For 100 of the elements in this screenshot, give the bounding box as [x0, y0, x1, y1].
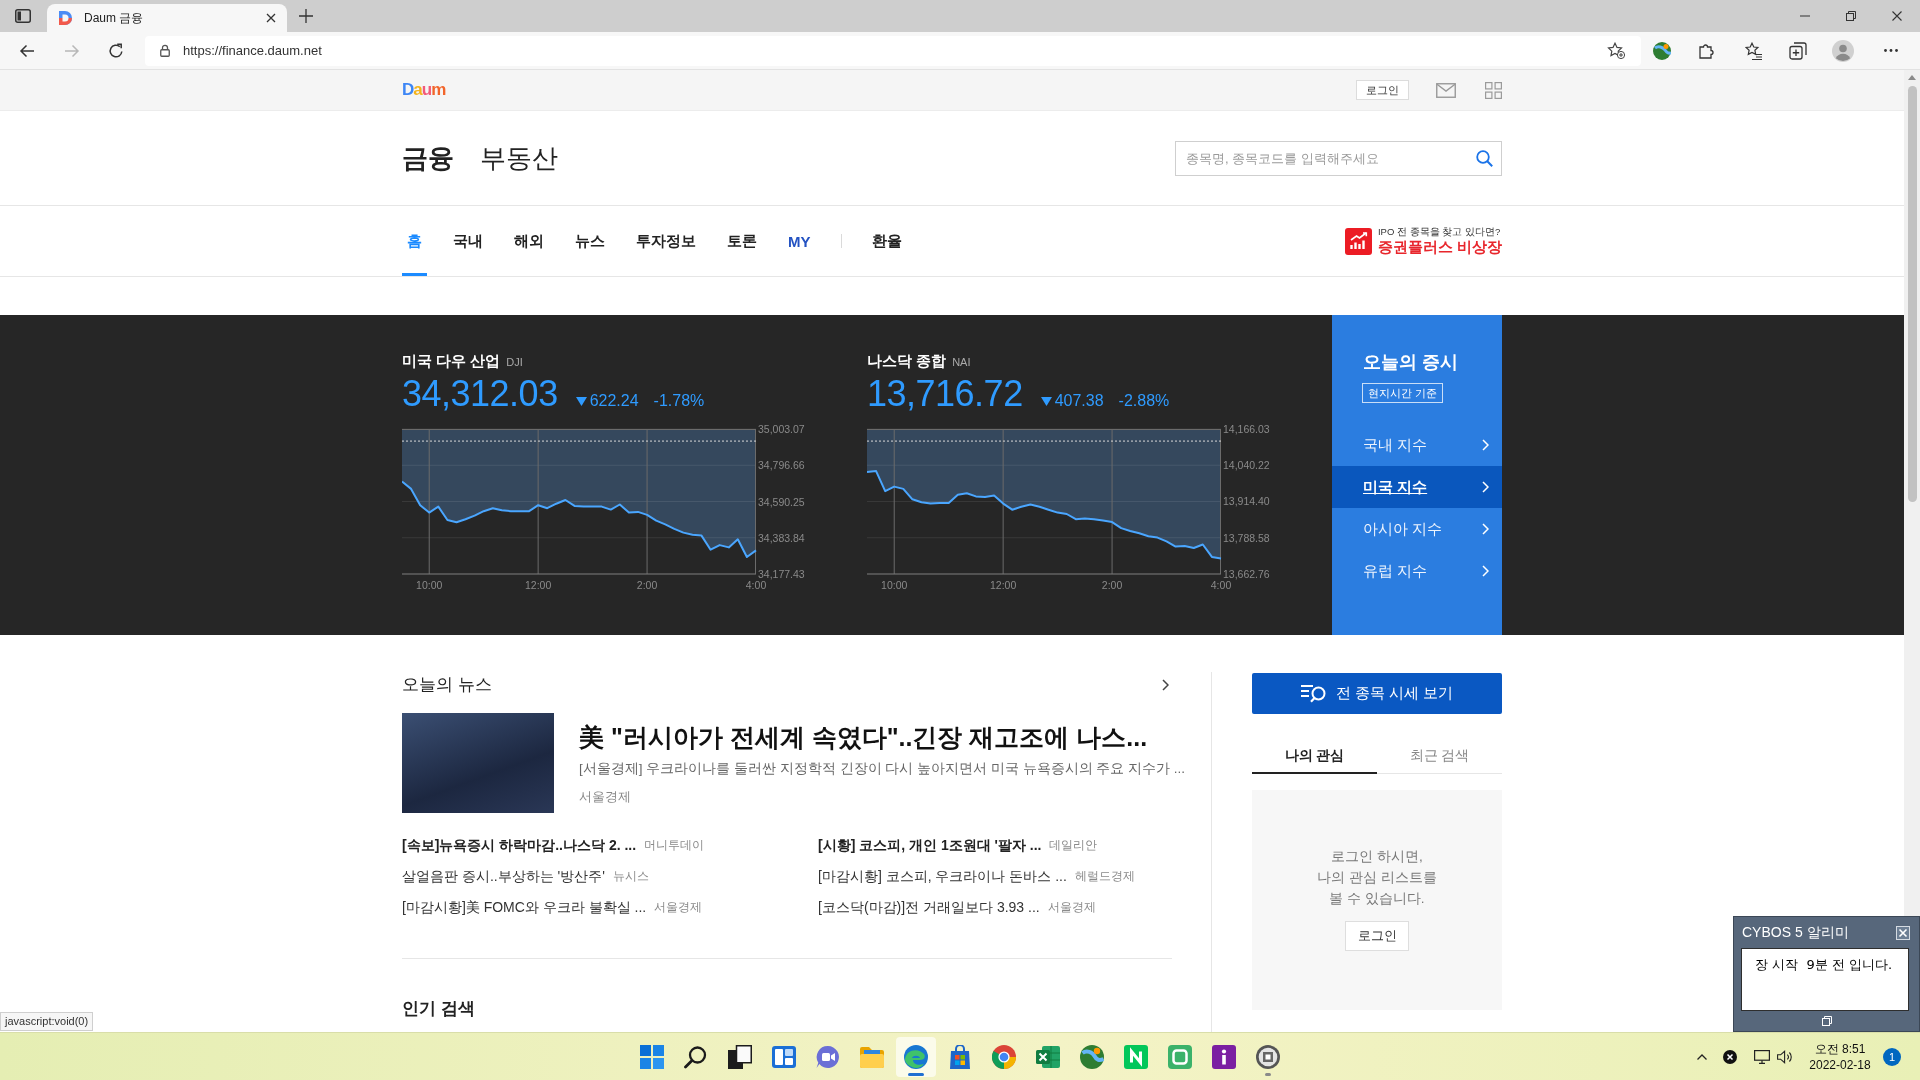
- browser-icon[interactable]: [992, 1044, 1016, 1069]
- market-menu-item[interactable]: 유럽 지수: [1332, 550, 1502, 592]
- index-change: 622.24: [589, 392, 639, 410]
- favorites-icon[interactable]: [1745, 41, 1763, 60]
- news-link[interactable]: [시황] 코스피, 개인 1조원대 '팔자 ...: [818, 836, 1042, 855]
- x-axis-label: 10:00: [881, 579, 908, 591]
- spreadsheet-icon[interactable]: [1036, 1044, 1060, 1069]
- news-link[interactable]: [마감시황]美 FOMC와 우크라 불확실 ...: [402, 898, 647, 917]
- index-name[interactable]: 미국 다우 산업: [402, 352, 501, 371]
- speaker-icon[interactable]: [1777, 1049, 1793, 1064]
- x-axis-label: 12:00: [525, 579, 552, 591]
- nav-tab[interactable]: 뉴스: [570, 206, 610, 276]
- search-icon[interactable]: [684, 1044, 708, 1069]
- notification-badge[interactable]: 1: [1883, 1047, 1901, 1066]
- chevron-right-icon: [1482, 523, 1489, 535]
- address-field[interactable]: https://finance.daum.net: [145, 35, 1641, 66]
- ad-tagline[interactable]: IPO 전 종목을 찾고 있다면?: [1377, 226, 1501, 238]
- globe-icon[interactable]: [1653, 41, 1671, 60]
- index-name[interactable]: 나스닥 종합: [867, 352, 947, 371]
- chevron-up-icon[interactable]: [1697, 1053, 1707, 1060]
- x-axis-label: 4:00: [745, 579, 767, 591]
- browser-tab[interactable]: Daum 금융: [47, 4, 287, 32]
- news-source: 헤럴드경제: [1074, 868, 1135, 885]
- close-icon[interactable]: [266, 13, 276, 23]
- arrow-up-icon[interactable]: [1908, 75, 1916, 80]
- nav-tab[interactable]: 해외: [509, 206, 549, 276]
- index-value: 34,312.03: [402, 374, 558, 414]
- x-circle-icon[interactable]: [1723, 1049, 1737, 1064]
- nav-tab[interactable]: MY: [783, 206, 816, 276]
- news-source: 서울경제: [1047, 899, 1096, 916]
- mail-icon[interactable]: [1436, 82, 1456, 98]
- chevron-right-icon[interactable]: [1162, 679, 1169, 691]
- rounded-square-icon[interactable]: [1168, 1044, 1192, 1069]
- popup-title: CYBOS 5 알리미: [1742, 923, 1849, 942]
- refresh-icon[interactable]: [108, 42, 124, 59]
- start-icon[interactable]: [640, 1044, 664, 1069]
- scrollbar-thumb[interactable]: [1907, 86, 1917, 502]
- restore-icon[interactable]: [1821, 1016, 1832, 1026]
- news-headline[interactable]: 美 "러시아가 전세계 속였다"..긴장 재고조에 나스...: [579, 720, 1148, 754]
- news-link[interactable]: 살얼음판 증시..부상하는 '방산주': [402, 867, 605, 886]
- all-quotes-button[interactable]: 전 종목 시세 보기: [1252, 673, 1502, 714]
- info-icon[interactable]: [1212, 1044, 1236, 1069]
- nav-tab[interactable]: 국내: [448, 206, 488, 276]
- letter-tile-icon[interactable]: [1124, 1044, 1148, 1069]
- back-icon[interactable]: [19, 43, 35, 58]
- watchlist-tab[interactable]: 최근 검색: [1377, 740, 1502, 774]
- nav-tab[interactable]: 환율: [866, 206, 907, 276]
- index-value: 13,716.72: [867, 374, 1023, 414]
- section-tab[interactable]: 부동산: [480, 140, 558, 176]
- y-axis-label: 13,914.40: [1223, 495, 1270, 508]
- profile-icon[interactable]: [1832, 39, 1854, 62]
- new-tab-icon[interactable]: [299, 9, 313, 23]
- video-chat-icon[interactable]: [816, 1044, 840, 1069]
- market-menu-item[interactable]: 아시아 지수: [1332, 508, 1502, 550]
- chevron-right-icon: [1482, 565, 1489, 577]
- news-link[interactable]: [속보]뉴욕증시 하락마감..나스닥 2. ...: [402, 836, 637, 855]
- news-link[interactable]: [마감시황] 코스피, 우크라이나 돈바스 ...: [818, 867, 1067, 886]
- y-axis-label: 35,003.07: [758, 423, 805, 435]
- puzzle-icon[interactable]: [1699, 42, 1715, 59]
- shopping-bag-icon[interactable]: [948, 1044, 972, 1069]
- panel-title: 오늘의 증시: [1362, 351, 1459, 374]
- login-button[interactable]: 로그인: [1345, 921, 1409, 951]
- x-axis-label: 12:00: [990, 579, 1017, 591]
- ad-title[interactable]: 증권플러스 비상장: [1377, 238, 1502, 256]
- search-field[interactable]: 종목명, 종목코드를 입력해주세요: [1175, 140, 1502, 176]
- index-code: NAI: [952, 356, 971, 368]
- market-menu-item[interactable]: 미국 지수: [1332, 466, 1502, 508]
- login-button[interactable]: 로그인: [1356, 80, 1409, 100]
- x-axis-label: 4:00: [1210, 579, 1232, 591]
- globe-icon[interactable]: [1080, 1044, 1104, 1069]
- apps-grid-icon[interactable]: [1485, 81, 1502, 99]
- nav-tab[interactable]: 토론: [722, 206, 762, 276]
- tab-actions-icon[interactable]: [15, 9, 31, 23]
- monitor-icon[interactable]: [1754, 1049, 1770, 1064]
- clock-date[interactable]: 2022-02-18: [1809, 1056, 1871, 1073]
- y-axis-label: 34,590.25: [758, 495, 805, 508]
- market-menu-item[interactable]: 국내 지수: [1332, 424, 1502, 466]
- lock-icon: [160, 44, 170, 57]
- index-code: DJI: [506, 356, 523, 368]
- bar-chart-icon[interactable]: [1344, 227, 1372, 255]
- y-axis-label: 34,383.84: [758, 531, 805, 544]
- restore-icon[interactable]: [1846, 11, 1856, 21]
- section-tab[interactable]: 금융: [402, 140, 454, 176]
- taskbar-button[interactable]: [896, 1036, 936, 1077]
- news-link[interactable]: [코스닥(마감)]전 거래일보다 3.93 ...: [818, 898, 1040, 917]
- widgets-icon[interactable]: [772, 1044, 796, 1069]
- clock-time[interactable]: 오전 8:51: [1814, 1040, 1866, 1057]
- collections-icon[interactable]: [1789, 41, 1807, 60]
- watchlist-tab[interactable]: 나의 관심: [1252, 740, 1377, 774]
- close-icon[interactable]: [1892, 11, 1902, 21]
- nav-tab[interactable]: 투자정보: [631, 206, 701, 276]
- add-favorite-icon[interactable]: [1607, 42, 1625, 59]
- news-source: 서울경제: [654, 899, 703, 916]
- browser-icon: [904, 1044, 928, 1069]
- folder-icon[interactable]: [860, 1044, 884, 1069]
- task-view-icon[interactable]: [728, 1044, 752, 1069]
- more-icon[interactable]: [1884, 49, 1898, 52]
- news-summary[interactable]: [서울경제] 우크라이나를 둘러싼 지정학적 긴장이 다시 높아지면서 미국 뉴욕증시의 주요 지수가 ...: [579, 758, 1185, 780]
- disc-icon[interactable]: [1256, 1044, 1280, 1069]
- y-axis-label: 14,166.03: [1223, 423, 1270, 435]
